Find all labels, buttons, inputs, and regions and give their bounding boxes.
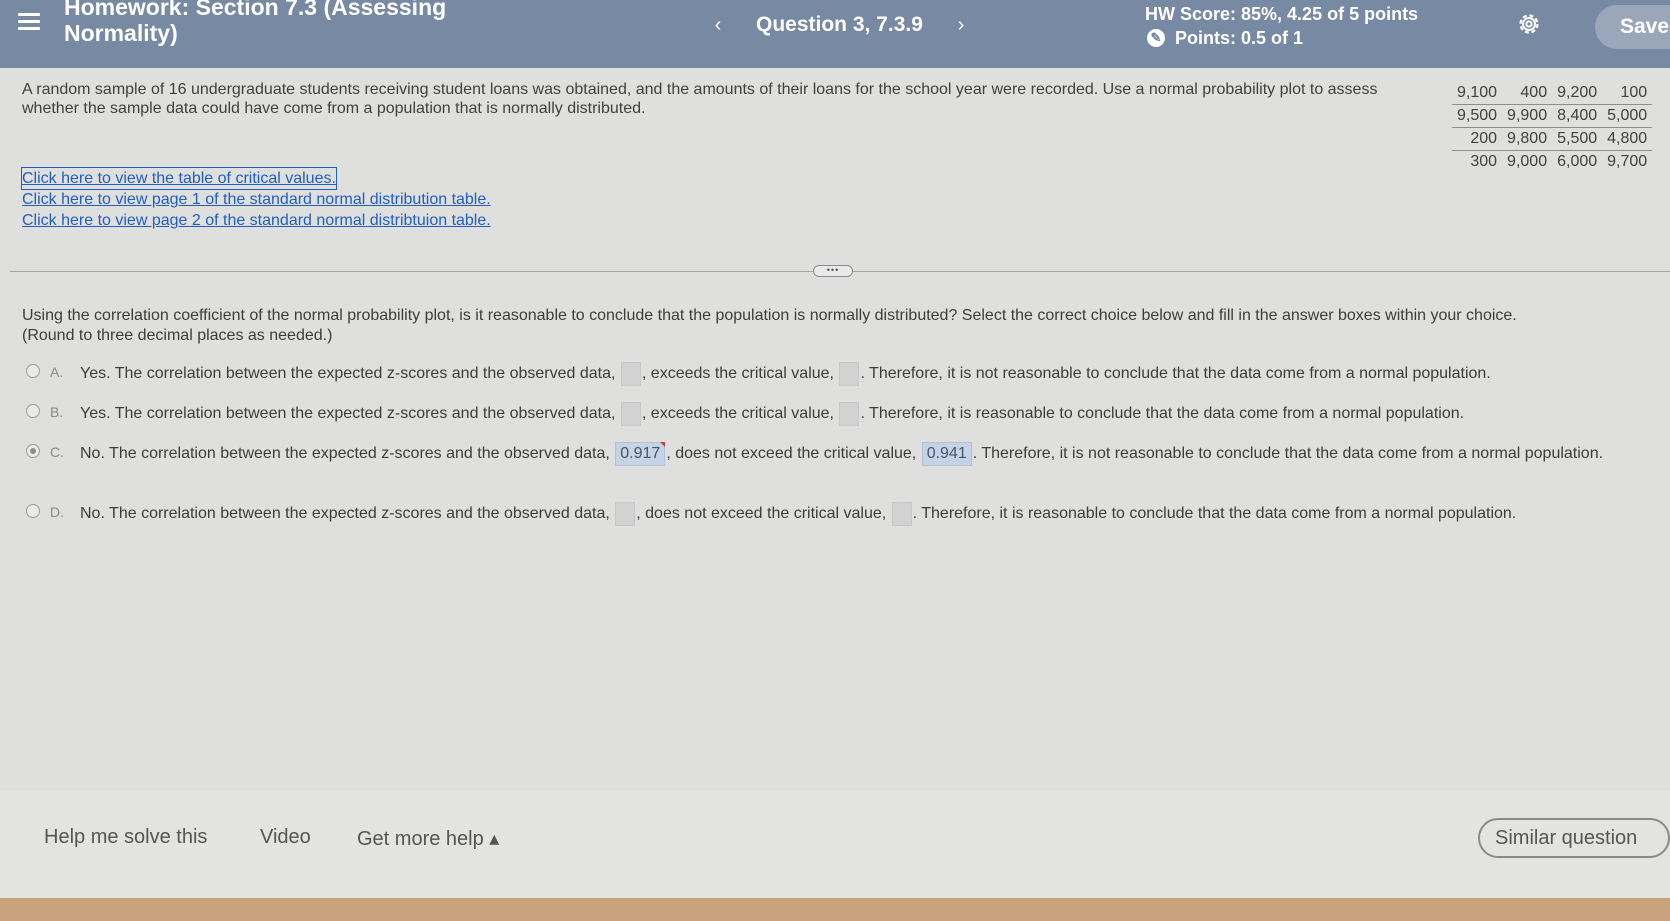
correlation-answer-box[interactable]: 0.917 <box>615 442 666 466</box>
choice-letter: B. <box>50 404 64 420</box>
points-line: ✎ Points: 0.5 of 1 <box>1145 26 1418 50</box>
table-cell: 9,700 <box>1607 153 1648 170</box>
help-me-solve-button[interactable]: Help me solve this <box>44 826 207 849</box>
choice-letter: D. <box>50 504 64 520</box>
question-text: Using the correlation coefficient of the… <box>22 307 1517 324</box>
choice-d-radio[interactable] <box>26 504 40 518</box>
table-cell: 9,800 <box>1502 127 1553 151</box>
table-cell: 9,200 <box>1552 82 1603 105</box>
previous-question-icon[interactable]: ‹ <box>700 14 736 37</box>
table-cell: 200 <box>1452 127 1503 151</box>
homework-title: Homework: Section 7.3 (Assessing Normali… <box>64 0 447 46</box>
hw-score: HW Score: 85%, 4.25 of 5 points <box>1145 4 1419 24</box>
normal-table-page1-link[interactable]: Click here to view page 1 of the standar… <box>22 189 491 210</box>
question-label[interactable]: Question 3, 7.3.9 <box>736 13 943 37</box>
top-bar: Homework: Section 7.3 (Assessing Normali… <box>0 0 1670 68</box>
choice-text: No. The correlation between the expected… <box>80 502 1516 526</box>
get-more-help-button[interactable]: Get more help ▴ <box>357 826 499 851</box>
loan-data-table: 9,100 400 9,200 100 9,500 9,900 8,400 5,… <box>1452 82 1653 174</box>
table-row: 300 9,000 6,000 9,700 <box>1452 151 1652 174</box>
critical-value-answer-box[interactable] <box>839 362 860 386</box>
save-button[interactable]: Save <box>1595 5 1670 49</box>
table-cell: 6,000 <box>1557 153 1598 170</box>
points-text: Points: 0.5 of 1 <box>1175 28 1304 48</box>
table-row: 200 9,800 5,500 4,800 <box>1452 127 1653 151</box>
choice-text: Yes. The correlation between the expecte… <box>80 402 1464 426</box>
choice-letter: C. <box>50 444 64 460</box>
table-cell: 5,000 <box>1602 104 1653 128</box>
correlation-answer-box[interactable] <box>620 402 641 426</box>
choice-letter: A. <box>50 364 64 380</box>
choice-c-radio[interactable] <box>26 444 40 458</box>
table-cell: 400 <box>1502 82 1553 105</box>
table-cell: 5,500 <box>1552 127 1603 151</box>
critical-value-answer-box[interactable] <box>839 402 860 426</box>
resource-links: Click here to view the table of critical… <box>21 167 491 231</box>
normal-table-page2-link[interactable]: Click here to view page 2 of the standar… <box>22 210 491 231</box>
table-cell: 9,500 <box>1452 104 1503 128</box>
partial-credit-icon: ✎ <box>1147 29 1165 47</box>
critical-value-answer-box[interactable]: 0.941 <box>921 442 972 466</box>
table-cell: 9,000 <box>1507 153 1548 170</box>
critical-value-answer-box[interactable] <box>891 502 912 526</box>
correlation-answer-box[interactable] <box>615 502 636 526</box>
help-footer: Help me solve this Video Get more help ▴… <box>0 790 1670 898</box>
table-cell: 9,100 <box>1452 82 1503 105</box>
resize-handle[interactable]: ••• <box>813 265 853 277</box>
critical-values-link[interactable]: Click here to view the table of critical… <box>21 167 337 190</box>
correlation-answer-box[interactable] <box>620 362 641 386</box>
desk-background <box>0 898 1670 921</box>
choice-text: No. The correlation between the expected… <box>80 442 1620 466</box>
table-cell: 9,900 <box>1502 104 1553 128</box>
score-block: HW Score: 85%, 4.25 of 5 points ✎ Points… <box>1145 2 1418 50</box>
table-cell: 4,800 <box>1602 127 1653 151</box>
problem-statement: A random sample of 16 undergraduate stud… <box>22 81 1378 117</box>
hamburger-menu-icon[interactable] <box>18 10 40 32</box>
choice-b-radio[interactable] <box>26 404 40 418</box>
gear-icon[interactable] <box>1516 11 1542 37</box>
similar-question-button[interactable]: Similar question <box>1478 818 1670 858</box>
choice-a-radio[interactable] <box>26 364 40 378</box>
video-button[interactable]: Video <box>260 826 311 849</box>
choice-text: Yes. The correlation between the expecte… <box>80 362 1491 386</box>
table-cell: 300 <box>1470 153 1498 170</box>
table-row: 9,500 9,900 8,400 5,000 <box>1452 104 1653 128</box>
rounding-note: (Round to three decimal places as needed… <box>22 327 333 344</box>
next-question-icon[interactable]: › <box>943 14 979 37</box>
table-cell: 8,400 <box>1552 104 1603 128</box>
question-navigator: ‹ Question 3, 7.3.9 › <box>700 8 979 42</box>
table-cell: 100 <box>1602 82 1653 105</box>
question-prompt: Using the correlation coefficient of the… <box>22 306 1642 346</box>
table-row: 9,100 400 9,200 100 <box>1452 82 1653 105</box>
